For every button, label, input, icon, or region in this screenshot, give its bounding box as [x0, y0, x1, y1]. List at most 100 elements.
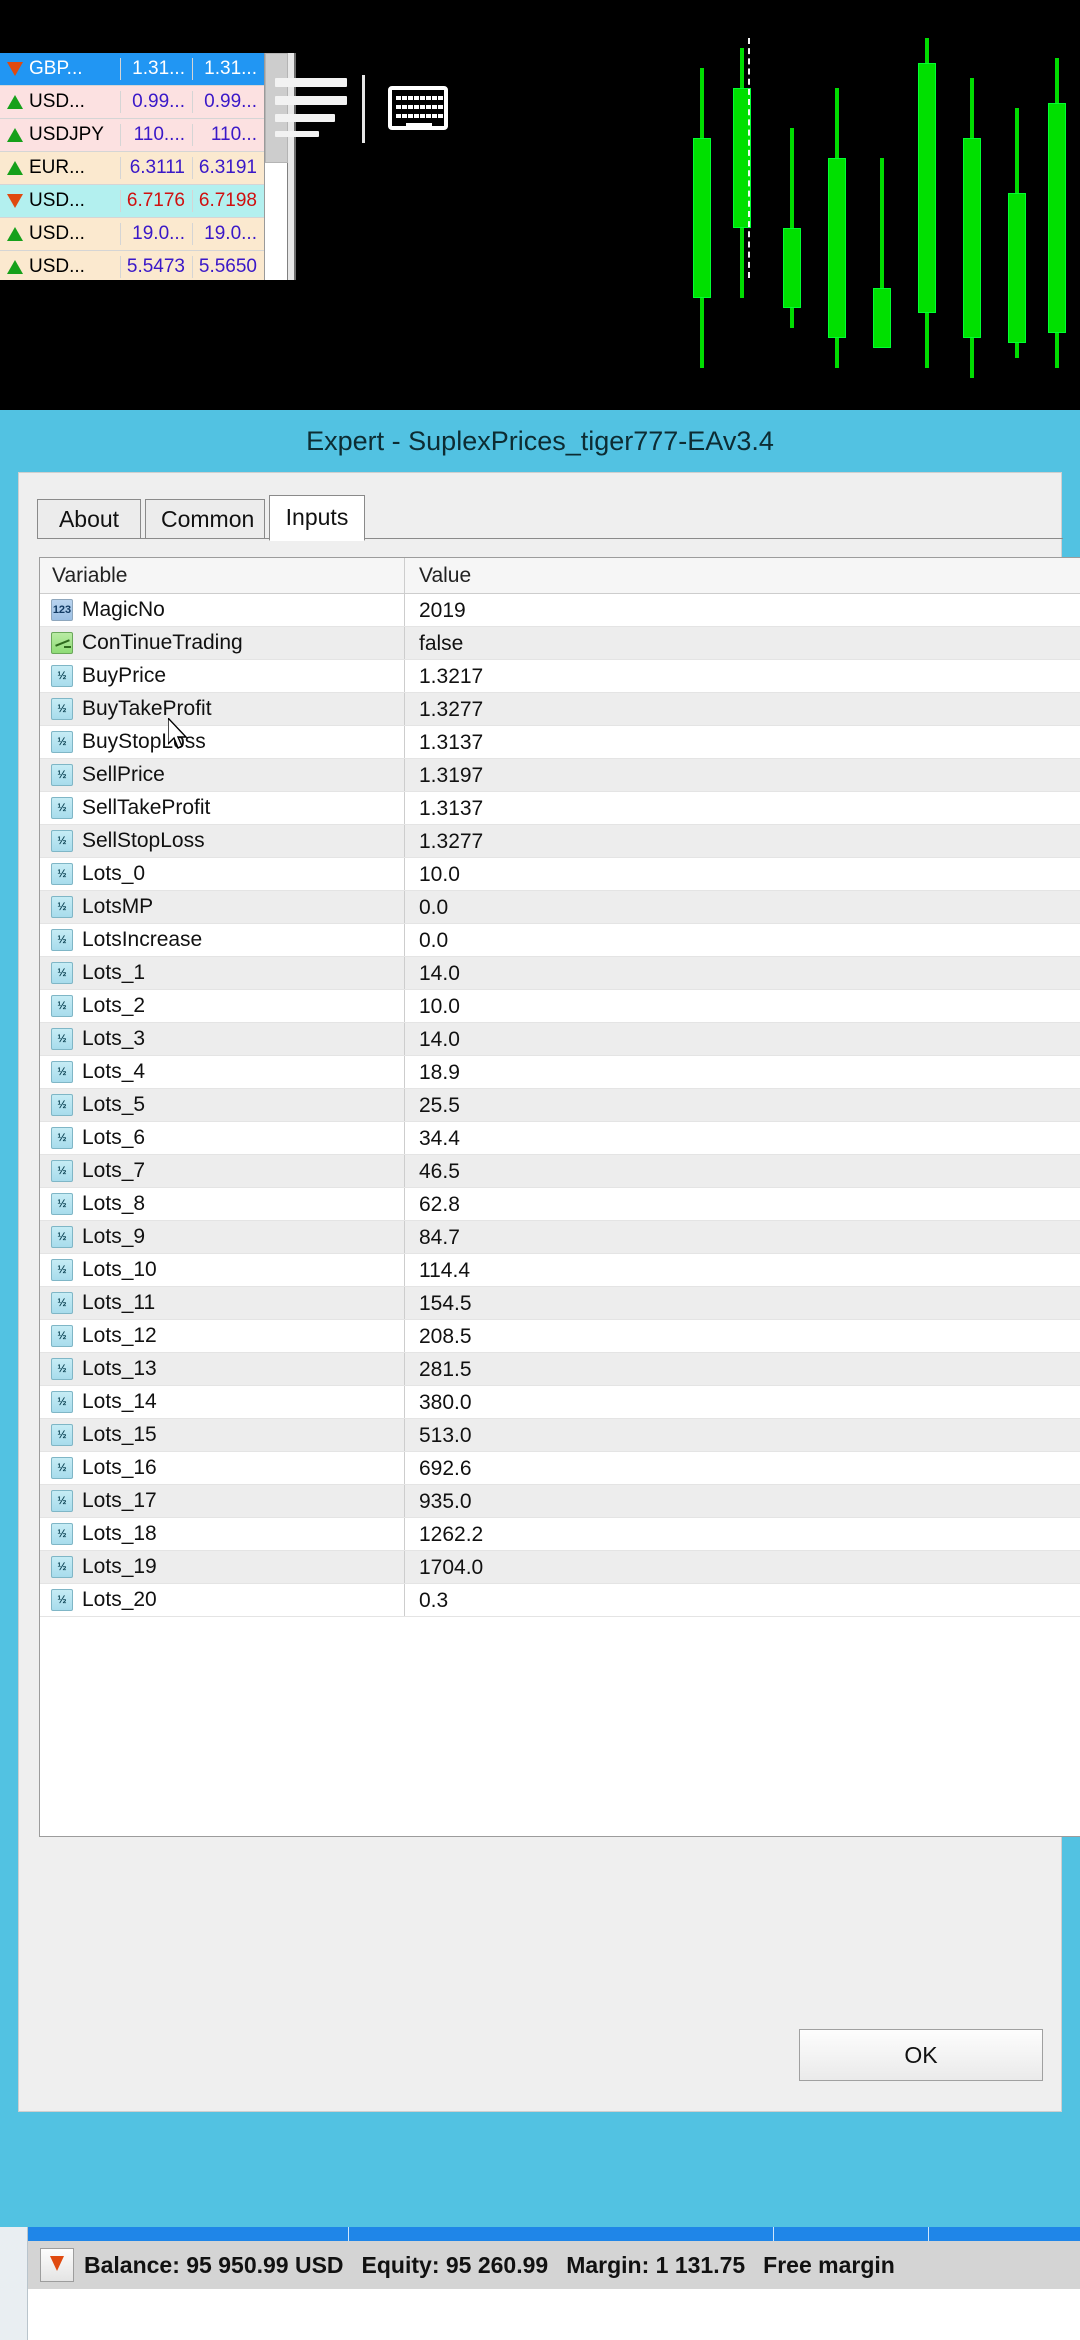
value-cell[interactable]: 10.0: [405, 858, 1080, 890]
tab-about[interactable]: About: [37, 499, 141, 539]
candlestick: [693, 68, 711, 368]
value-cell[interactable]: 208.5: [405, 1320, 1080, 1352]
value-cell[interactable]: 25.5: [405, 1089, 1080, 1121]
market-watch-row[interactable]: USD... 5.5473 5.5650: [0, 251, 264, 280]
variable-cell: ½ Lots_8: [40, 1188, 405, 1220]
table-row[interactable]: ½ Lots_18 1262.2: [40, 1518, 1080, 1551]
value-cell[interactable]: 114.4: [405, 1254, 1080, 1286]
table-row[interactable]: ½ Lots_17 935.0: [40, 1485, 1080, 1518]
value-cell[interactable]: 1.3217: [405, 660, 1080, 692]
value-cell[interactable]: 62.8: [405, 1188, 1080, 1220]
market-watch-row[interactable]: USD... 6.7176 6.7198: [0, 185, 264, 218]
table-row[interactable]: ½ Lots_1 14.0: [40, 957, 1080, 990]
table-row[interactable]: ½ LotsIncrease 0.0: [40, 924, 1080, 957]
value-cell[interactable]: 18.9: [405, 1056, 1080, 1088]
table-row[interactable]: ½ Lots_12 208.5: [40, 1320, 1080, 1353]
value-cell[interactable]: 1.3277: [405, 693, 1080, 725]
keyboard-icon[interactable]: [388, 86, 448, 130]
value-cell[interactable]: 34.4: [405, 1122, 1080, 1154]
value-cell[interactable]: 935.0: [405, 1485, 1080, 1517]
table-row[interactable]: ½ Lots_3 14.0: [40, 1023, 1080, 1056]
table-row[interactable]: ½ Lots_14 380.0: [40, 1386, 1080, 1419]
table-row[interactable]: ½ BuyStopLoss 1.3137: [40, 726, 1080, 759]
value-cell[interactable]: 692.6: [405, 1452, 1080, 1484]
arrow-up-icon: [6, 160, 23, 177]
symbol-cell: USDJPY: [0, 124, 120, 146]
keyboard-key: [426, 114, 431, 118]
value-cell[interactable]: false: [405, 627, 1080, 659]
table-row[interactable]: ½ Lots_20 0.3: [40, 1584, 1080, 1617]
market-watch-row[interactable]: USD... 0.99... 0.99...: [0, 86, 264, 119]
table-row[interactable]: ½ Lots_7 46.5: [40, 1155, 1080, 1188]
value-cell[interactable]: 513.0: [405, 1419, 1080, 1451]
table-row[interactable]: ½ Lots_6 34.4: [40, 1122, 1080, 1155]
value-cell[interactable]: 46.5: [405, 1155, 1080, 1187]
value-cell[interactable]: 2019: [405, 594, 1080, 626]
table-row[interactable]: ½ SellPrice 1.3197: [40, 759, 1080, 792]
variable-cell: ½ Lots_4: [40, 1056, 405, 1088]
table-row[interactable]: ½ Lots_0 10.0: [40, 858, 1080, 891]
symbol-cell: USD...: [0, 190, 120, 212]
table-row[interactable]: ½ Lots_4 18.9: [40, 1056, 1080, 1089]
arrow-up-icon: [6, 259, 23, 276]
table-row[interactable]: ½ Lots_15 513.0: [40, 1419, 1080, 1452]
dbl-type-icon: ½: [51, 1259, 73, 1281]
table-row[interactable]: 123 MagicNo 2019: [40, 594, 1080, 627]
market-watch-panel[interactable]: GBP... 1.31... 1.31... USD... 0.99... 0.99...…: [0, 53, 265, 280]
market-watch-row[interactable]: USD... 19.0... 19.0...: [0, 218, 264, 251]
table-row[interactable]: ½ BuyTakeProfit 1.3277: [40, 693, 1080, 726]
market-watch-row[interactable]: EUR... 6.3111 6.3191: [0, 152, 264, 185]
candle-body: [918, 63, 936, 313]
table-row[interactable]: ½ Lots_13 281.5: [40, 1353, 1080, 1386]
variable-cell: ½ Lots_13: [40, 1353, 405, 1385]
value-cell[interactable]: 0.0: [405, 924, 1080, 956]
tab-common[interactable]: Common: [145, 499, 265, 539]
market-watch-row[interactable]: GBP... 1.31... 1.31...: [0, 53, 264, 86]
value-cell[interactable]: 1.3197: [405, 759, 1080, 791]
table-row[interactable]: ½ Lots_9 84.7: [40, 1221, 1080, 1254]
terminal-tab-separator: [348, 2227, 349, 2241]
dbl-type-icon: ½: [51, 1457, 73, 1479]
table-row[interactable]: ½ LotsMP 0.0: [40, 891, 1080, 924]
table-row[interactable]: ½ Lots_11 154.5: [40, 1287, 1080, 1320]
value-cell[interactable]: 380.0: [405, 1386, 1080, 1418]
value-cell[interactable]: 14.0: [405, 1023, 1080, 1055]
value-cell[interactable]: 84.7: [405, 1221, 1080, 1253]
table-row[interactable]: ½ Lots_5 25.5: [40, 1089, 1080, 1122]
inputs-grid[interactable]: Variable Value 123 MagicNo 2019 ConTinueTra…: [39, 557, 1080, 1837]
table-row[interactable]: ½ SellStopLoss 1.3277: [40, 825, 1080, 858]
value-cell[interactable]: 1.3137: [405, 792, 1080, 824]
value-cell[interactable]: 154.5: [405, 1287, 1080, 1319]
table-row[interactable]: ½ Lots_16 692.6: [40, 1452, 1080, 1485]
value-cell[interactable]: 281.5: [405, 1353, 1080, 1385]
value-cell[interactable]: 1.3277: [405, 825, 1080, 857]
variable-cell: ½ Lots_9: [40, 1221, 405, 1253]
value-cell[interactable]: 0.3: [405, 1584, 1080, 1616]
table-row[interactable]: ½ Lots_8 62.8: [40, 1188, 1080, 1221]
symbol-cell: GBP...: [0, 58, 120, 80]
dbl-type-icon: ½: [51, 1523, 73, 1545]
table-row[interactable]: ½ Lots_2 10.0: [40, 990, 1080, 1023]
tab-inputs[interactable]: Inputs: [269, 495, 365, 541]
variable-label: SellTakeProfit: [82, 796, 211, 819]
table-row[interactable]: ½ Lots_19 1704.0: [40, 1551, 1080, 1584]
value-cell[interactable]: 0.0: [405, 891, 1080, 923]
value-cell[interactable]: 1704.0: [405, 1551, 1080, 1583]
expert-properties-dialog: Expert - SuplexPrices_tiger777-EAv3.4 Ab…: [0, 410, 1080, 2227]
value-cell[interactable]: 1262.2: [405, 1518, 1080, 1550]
value-cell[interactable]: 14.0: [405, 957, 1080, 989]
table-row[interactable]: ½ Lots_10 114.4: [40, 1254, 1080, 1287]
candle-body: [783, 228, 801, 308]
value-cell[interactable]: 10.0: [405, 990, 1080, 1022]
terminal-tab-strip[interactable]: [28, 2227, 1080, 2241]
table-row[interactable]: ½ BuyPrice 1.3217: [40, 660, 1080, 693]
variable-cell: ½ Lots_16: [40, 1452, 405, 1484]
menu-icon[interactable]: [275, 78, 347, 140]
dbl-type-icon: ½: [51, 1226, 73, 1248]
value-cell[interactable]: 1.3137: [405, 726, 1080, 758]
ok-button[interactable]: OK: [799, 2029, 1043, 2081]
dbl-type-icon: ½: [51, 1061, 73, 1083]
table-row[interactable]: ConTinueTrading false: [40, 627, 1080, 660]
market-watch-row[interactable]: USDJPY 110.... 110...: [0, 119, 264, 152]
table-row[interactable]: ½ SellTakeProfit 1.3137: [40, 792, 1080, 825]
